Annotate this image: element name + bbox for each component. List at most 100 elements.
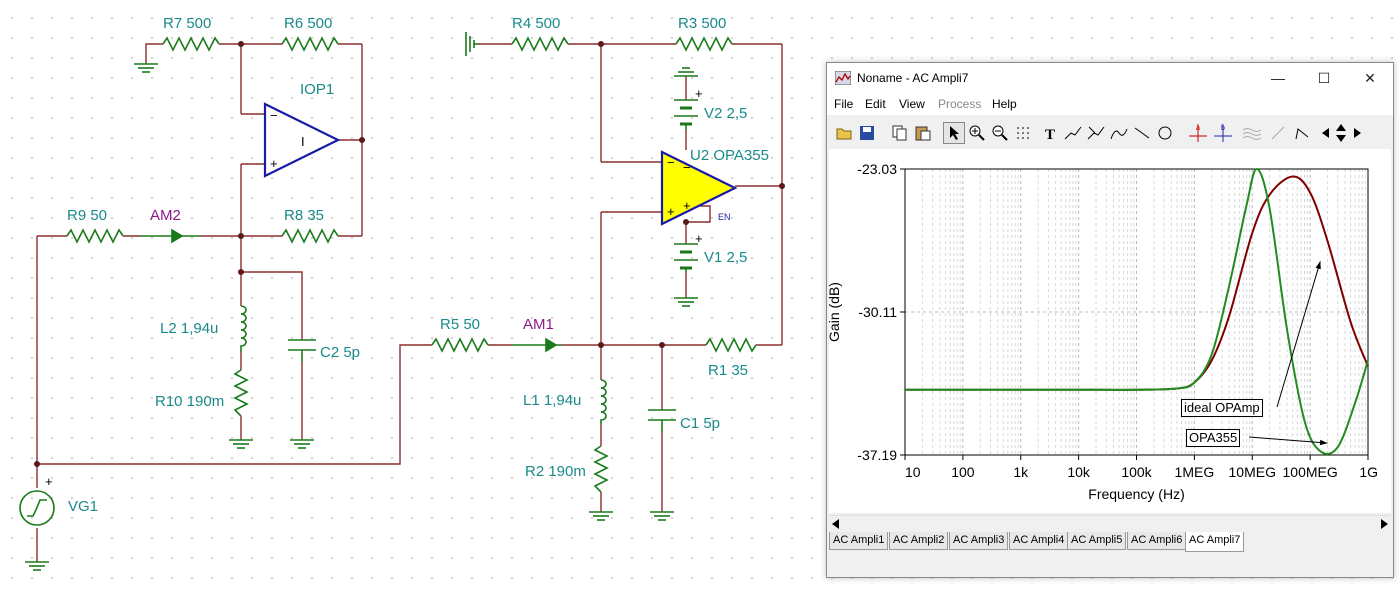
- tab-ac-ampli6[interactable]: AC Ampli6: [1127, 532, 1187, 550]
- tab-ac-ampli2[interactable]: AC Ampli2: [889, 532, 949, 550]
- zoom-in-icon[interactable]: [966, 122, 988, 144]
- x-tick-label: 100k: [1121, 464, 1152, 480]
- y-tick-label: -37.19: [857, 447, 897, 463]
- label-r4: R4 500: [512, 15, 560, 32]
- scroll-left-button[interactable]: [832, 518, 840, 532]
- x-tick-label: 10: [905, 464, 921, 480]
- save-icon[interactable]: [856, 122, 878, 144]
- label-l2: L2 1,94u: [160, 320, 218, 337]
- copy-icon[interactable]: [889, 122, 911, 144]
- menu-process[interactable]: Process: [938, 97, 981, 111]
- menu-view[interactable]: View: [899, 97, 925, 111]
- tab-ac-ampli3[interactable]: AC Ampli3: [949, 532, 1009, 550]
- resistor-r6: [281, 36, 339, 52]
- inductor-l2: [240, 305, 247, 352]
- resistor-r8: [281, 228, 339, 244]
- label-c2: C2 5p: [320, 344, 360, 361]
- label-am1: AM1: [523, 316, 554, 333]
- scroll-right-icon[interactable]: [1350, 122, 1364, 144]
- toolbar: T a b: [827, 119, 1393, 149]
- open-icon[interactable]: [833, 122, 855, 144]
- resistor-r9: [66, 228, 124, 244]
- resistor-r4: [511, 36, 569, 52]
- scroll-left-icon[interactable]: [1319, 122, 1333, 144]
- x-tick-label: 1k: [1013, 464, 1029, 480]
- tab-ac-ampli7[interactable]: AC Ampli7: [1185, 532, 1245, 552]
- x-tick-label: 1MEG: [1175, 464, 1215, 480]
- label-c1: C1 5p: [680, 415, 720, 432]
- iop1-minus: −: [270, 108, 278, 123]
- label-vg1: VG1: [68, 498, 98, 515]
- u2-enable-label: EN: [718, 212, 731, 222]
- iop1-glyph: I: [301, 134, 305, 149]
- x-tick-label: 100: [951, 464, 975, 480]
- arrow-icon[interactable]: [1267, 122, 1289, 144]
- bode-chart[interactable]: -23.03 -30.11 -37.19 10 100 1k 10k 100k 1MEG 10ME…: [826, 149, 1391, 513]
- grid-icon[interactable]: [1012, 122, 1034, 144]
- text-icon[interactable]: T: [1039, 122, 1061, 144]
- title-bar[interactable]: Noname - AC Ampli7 — ☐ ✕: [827, 63, 1393, 93]
- y-axis-label: Gain (dB): [829, 282, 842, 342]
- label-r8: R8 35: [284, 207, 324, 224]
- u2-minus: −: [667, 155, 675, 170]
- annotation-ideal-opamp[interactable]: ideal OPAmp: [1181, 399, 1263, 417]
- label-r6: R6 500: [284, 15, 332, 32]
- x-tick-label: 100MEG: [1283, 464, 1338, 480]
- close-icon: ✕: [1364, 69, 1376, 86]
- menu-file[interactable]: File: [834, 97, 853, 111]
- paste-icon[interactable]: [912, 122, 934, 144]
- cursor-a-cross-icon[interactable]: a: [1187, 122, 1209, 144]
- tab-ac-ampli5[interactable]: AC Ampli5: [1067, 532, 1127, 550]
- v1-plus: +: [695, 231, 703, 246]
- svg-text:b: b: [1221, 125, 1225, 132]
- v2-plus: +: [695, 86, 703, 101]
- window-title: Noname - AC Ampli7: [857, 71, 969, 85]
- label-l1: L1 1,94u: [523, 392, 581, 409]
- junctions: [34, 41, 785, 467]
- x-tick-label: 10k: [1067, 464, 1091, 480]
- annotation-opa355[interactable]: OPA355: [1186, 429, 1241, 447]
- label-u2: U2 OPA355: [690, 147, 769, 164]
- line-icon[interactable]: [1131, 122, 1153, 144]
- u2-plus: +: [667, 204, 675, 219]
- pointer-icon[interactable]: [943, 122, 965, 144]
- cursor-b-icon[interactable]: [1085, 122, 1107, 144]
- menu-help[interactable]: Help: [992, 97, 1017, 111]
- x-tick-label: 10MEG: [1229, 464, 1276, 480]
- ammeter-am1-arrow: [545, 337, 558, 353]
- schematic-canvas[interactable]: I − + − + − + EN + + + R7 500 R6 500 IOP…: [0, 0, 830, 595]
- resistor-r7: [162, 36, 220, 52]
- label-r10: R10 190m: [155, 393, 224, 410]
- tab-ac-ampli4[interactable]: AC Ampli4: [1009, 532, 1069, 550]
- close-button[interactable]: ✕: [1347, 63, 1393, 93]
- menu-edit[interactable]: Edit: [865, 97, 886, 111]
- cursor-b-cross-icon[interactable]: b: [1212, 122, 1234, 144]
- plot-area[interactable]: -23.03 -30.11 -37.19 10 100 1k 10k 100k 1MEG 10ME…: [826, 149, 1391, 513]
- scroll-updown-icon[interactable]: [1333, 122, 1349, 144]
- app-icon: [835, 71, 851, 85]
- tab-ac-ampli1[interactable]: AC Ampli1: [829, 532, 889, 550]
- wires: [36, 43, 783, 562]
- svg-text:T: T: [1045, 127, 1055, 141]
- waves-icon[interactable]: [1241, 122, 1263, 144]
- resistor-r1: [705, 337, 757, 353]
- circle-icon[interactable]: [1154, 122, 1176, 144]
- annotation-ideal-opamp-arrowhead: [1315, 261, 1321, 270]
- zoom-out-icon[interactable]: [989, 122, 1011, 144]
- step-icon[interactable]: [1291, 122, 1313, 144]
- maximize-button[interactable]: ☐: [1301, 63, 1347, 93]
- curve-icon[interactable]: [1108, 122, 1130, 144]
- label-r9: R9 50: [67, 207, 107, 224]
- label-r3: R3 500: [678, 15, 726, 32]
- resistor-r10: [233, 369, 249, 417]
- resistor-r2: [593, 445, 609, 493]
- scroll-right-button[interactable]: [1380, 518, 1388, 532]
- u2-vminus-mark: +: [683, 198, 691, 213]
- minimize-button[interactable]: —: [1255, 63, 1301, 93]
- resistor-r3: [675, 36, 733, 52]
- svg-text:a: a: [1196, 125, 1200, 132]
- cursor-a-icon[interactable]: [1062, 122, 1084, 144]
- horizontal-scrollbar[interactable]: [829, 515, 1391, 533]
- label-r2: R2 190m: [525, 463, 586, 480]
- ac-analysis-window[interactable]: Noname - AC Ampli7 — ☐ ✕ File Edit View …: [826, 62, 1394, 578]
